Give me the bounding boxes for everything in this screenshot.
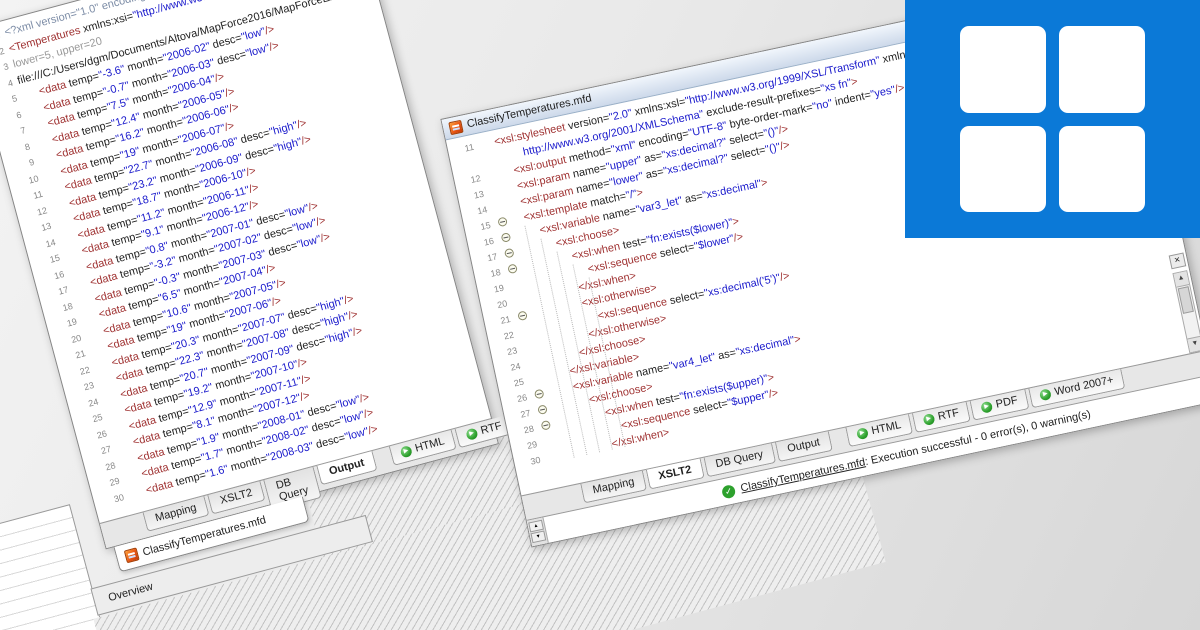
mapforce-icon <box>124 547 140 563</box>
generate-pdf-label: PDF <box>995 394 1019 410</box>
scrollbar-thumb[interactable] <box>1178 286 1194 314</box>
scroll-up-arrow[interactable]: ▲ <box>1174 271 1190 287</box>
windows-logo-pane-2 <box>1059 26 1145 113</box>
generate-icon: ▶ <box>1039 388 1052 401</box>
generate-html-label: HTML <box>870 419 902 437</box>
collapse-icon <box>534 389 545 400</box>
collapse-icon <box>507 263 518 274</box>
windows-logo-pane-3 <box>960 126 1046 213</box>
generate-icon: ▶ <box>922 413 935 426</box>
collapse-icon <box>497 217 508 228</box>
generate-icon: ▶ <box>980 400 993 413</box>
windows-logo-pane-1 <box>960 26 1046 113</box>
windows-logo <box>905 0 1200 238</box>
generate-icon: ▶ <box>399 445 412 458</box>
windows-logo-pane-4 <box>1059 126 1145 213</box>
collapse-icon <box>541 420 552 431</box>
generate-rtf-label: RTF <box>937 407 960 423</box>
overview-title: Overview <box>107 581 154 604</box>
generate-rtf-label: RTF <box>479 420 503 437</box>
collapse-icon <box>517 310 528 321</box>
messages-toolbar: ▴ ▾ <box>527 517 549 546</box>
collapse-icon <box>504 248 515 259</box>
mapforce-icon <box>448 119 463 134</box>
messages-down-button[interactable]: ▾ <box>530 530 546 543</box>
collapse-icon <box>501 232 512 243</box>
generate-icon: ▶ <box>465 427 478 440</box>
fold-margin <box>544 448 563 467</box>
screenshot-root: 1<?xml version="1.0" encoding="UTF-8"?>2… <box>0 0 1200 630</box>
collapse-icon <box>537 404 548 415</box>
success-check-icon: ✓ <box>721 484 736 499</box>
generate-html-label: HTML <box>414 435 446 454</box>
generate-icon: ▶ <box>856 427 869 440</box>
scroll-down-arrow[interactable]: ▼ <box>1187 336 1200 352</box>
